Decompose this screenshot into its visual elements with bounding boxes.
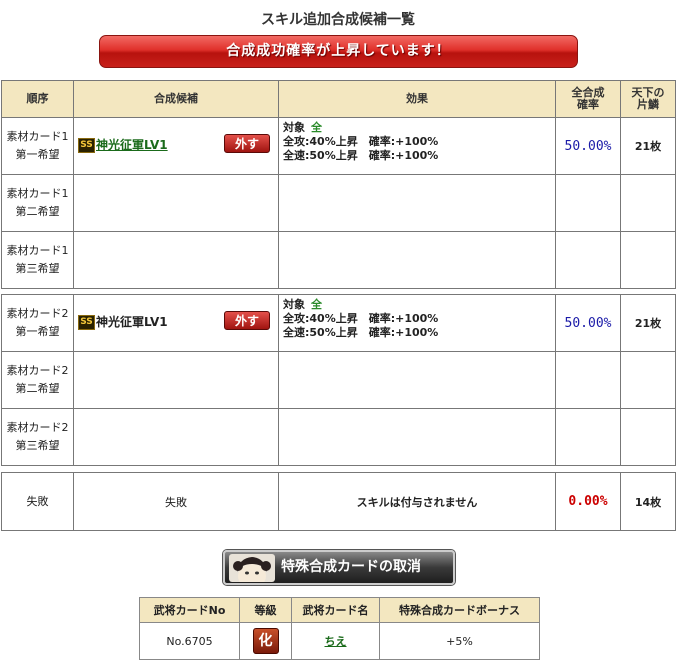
ss-rank-icon: SS <box>78 315 95 330</box>
remove-button[interactable]: 外す <box>224 311 270 330</box>
header-candidate: 合成候補 <box>73 80 279 118</box>
candidate-cell: SS 神光征軍LV1 外す <box>73 117 279 175</box>
seq-material: 素材カード2 <box>6 307 69 320</box>
header-seq: 順序 <box>1 80 74 118</box>
rate-cell: 50.00% <box>555 117 621 175</box>
fail-effect-cell: スキルは付与されません <box>278 472 556 531</box>
effect-cell: 対象全 全攻:40%上昇 確率:+100% 全速:50%上昇 確率:+100% <box>278 294 556 352</box>
bonus-cell: +5% <box>379 622 540 660</box>
candidate-cell <box>73 351 279 409</box>
piece-count-cell <box>620 231 676 289</box>
candidate-cell <box>73 174 279 232</box>
remove-button[interactable]: 外す <box>224 134 270 153</box>
card-name-link[interactable]: ちえ <box>325 635 347 648</box>
table-row: 失敗 失敗 スキルは付与されません 0.00% 14枚 <box>1 472 676 531</box>
skill-link[interactable]: 神光征軍LV1 <box>96 136 168 153</box>
ss-rank-icon: SS <box>78 138 95 153</box>
table-row: 素材カード2 第一希望 SS 神光征軍LV1 外す 対象全 全攻:40%上昇 確率… <box>1 294 676 352</box>
character-face-icon <box>229 554 275 582</box>
candidate-table-1: 順序 合成候補 効果 全合成確率 天下の片鱗 素材カード1 第一希望 SS 神光征… <box>1 80 676 289</box>
target-value: 全 <box>311 121 322 134</box>
target-label: 対象 <box>283 121 305 134</box>
seq-preference: 第二希望 <box>15 205 60 218</box>
seq-cell: 素材カード2 第三希望 <box>1 408 74 466</box>
piece-count-cell <box>620 174 676 232</box>
effect-line: 全速:50%上昇 確率:+100% <box>283 326 439 339</box>
table-row: 素材カード2 第二希望 <box>1 351 676 409</box>
table-row: No.6705 化 ちえ +5% <box>139 622 540 660</box>
seq-preference: 第二希望 <box>15 382 60 395</box>
header-total-rate-label: 全合成確率 <box>571 86 605 111</box>
effect-cell: 対象全 全攻:40%上昇 確率:+100% 全速:50%上昇 確率:+100% <box>278 117 556 175</box>
fail-seq-cell: 失敗 <box>1 472 74 531</box>
seq-cell: 素材カード1 第二希望 <box>1 174 74 232</box>
target-value: 全 <box>311 298 322 311</box>
candidate-cell: SS 神光征軍LV1 外す <box>73 294 279 352</box>
seq-preference: 第三希望 <box>15 439 60 452</box>
fail-rate-cell: 0.00% <box>555 472 621 531</box>
table-row: 素材カード2 第三希望 <box>1 408 676 466</box>
rate-cell <box>555 231 621 289</box>
card-name-cell: ちえ <box>291 622 380 660</box>
seq-preference: 第三希望 <box>15 262 60 275</box>
fail-piece-count-cell: 14枚 <box>620 472 676 531</box>
effect-line: 全攻:40%上昇 確率:+100% <box>283 135 439 148</box>
seq-cell: 素材カード2 第一希望 <box>1 294 74 352</box>
table-row: 素材カード1 第一希望 SS 神光征軍LV1 外す 対象全 全攻:40%上昇 確率… <box>1 117 676 175</box>
piece-count-cell <box>620 351 676 409</box>
seq-material: 素材カード2 <box>6 364 69 377</box>
page-title: スキル追加合成候補一覧 <box>261 12 415 28</box>
rate-cell: 50.00% <box>555 294 621 352</box>
seq-preference: 第一希望 <box>15 325 60 338</box>
card-no-cell: No.6705 <box>139 622 240 660</box>
effect-line: 全攻:40%上昇 確率:+100% <box>283 312 439 325</box>
candidate-table-2: 素材カード2 第一希望 SS 神光征軍LV1 外す 対象全 全攻:40%上昇 確率… <box>1 294 676 466</box>
seq-material: 素材カード2 <box>6 421 69 434</box>
seq-preference: 第一希望 <box>15 148 60 161</box>
skill-name: 神光征軍LV1 <box>96 315 168 329</box>
rate-cell <box>555 408 621 466</box>
seq-material: 素材カード1 <box>6 130 69 143</box>
header-effect: 効果 <box>278 80 556 118</box>
rate-cell <box>555 351 621 409</box>
success-rate-banner: 合成成功確率が上昇しています！ <box>99 35 578 68</box>
fail-candidate-cell: 失敗 <box>73 472 279 531</box>
candidate-cell <box>73 408 279 466</box>
cancel-special-card-label: 特殊合成カードの取消 <box>281 559 421 575</box>
rank-cell: 化 <box>239 622 292 660</box>
bonus-header-bonus: 特殊合成カードボーナス <box>379 597 540 623</box>
seq-material: 素材カード1 <box>6 244 69 257</box>
table-header-row: 順序 合成候補 効果 全合成確率 天下の片鱗 <box>1 80 676 118</box>
fail-table: 失敗 失敗 スキルは付与されません 0.00% 14枚 <box>1 472 676 531</box>
header-piece-label: 天下の片鱗 <box>631 86 665 111</box>
rate-cell <box>555 174 621 232</box>
effect-cell <box>278 231 556 289</box>
table-row: 素材カード1 第三希望 <box>1 231 676 289</box>
effect-cell <box>278 408 556 466</box>
piece-count-cell <box>620 408 676 466</box>
rank-badge-icon: 化 <box>252 628 279 654</box>
seq-cell: 素材カード1 第一希望 <box>1 117 74 175</box>
seq-cell: 素材カード2 第二希望 <box>1 351 74 409</box>
seq-cell: 素材カード1 第三希望 <box>1 231 74 289</box>
seq-material: 素材カード1 <box>6 187 69 200</box>
bonus-table: 武将カードNo 等級 武将カード名 特殊合成カードボーナス No.6705 化 … <box>139 597 540 660</box>
table-row: 素材カード1 第二希望 <box>1 174 676 232</box>
cancel-special-card-button[interactable]: 特殊合成カードの取消 <box>223 550 455 585</box>
effect-cell <box>278 351 556 409</box>
effect-cell <box>278 174 556 232</box>
piece-count-cell: 21枚 <box>620 117 676 175</box>
bonus-header-rank: 等級 <box>239 597 292 623</box>
bonus-header-row: 武将カードNo 等級 武将カード名 特殊合成カードボーナス <box>139 597 540 623</box>
header-piece: 天下の片鱗 <box>620 80 676 118</box>
bonus-header-no: 武将カードNo <box>139 597 240 623</box>
effect-line: 全速:50%上昇 確率:+100% <box>283 149 439 162</box>
header-total-rate: 全合成確率 <box>555 80 621 118</box>
bonus-header-name: 武将カード名 <box>291 597 380 623</box>
piece-count-cell: 21枚 <box>620 294 676 352</box>
target-label: 対象 <box>283 298 305 311</box>
candidate-cell <box>73 231 279 289</box>
